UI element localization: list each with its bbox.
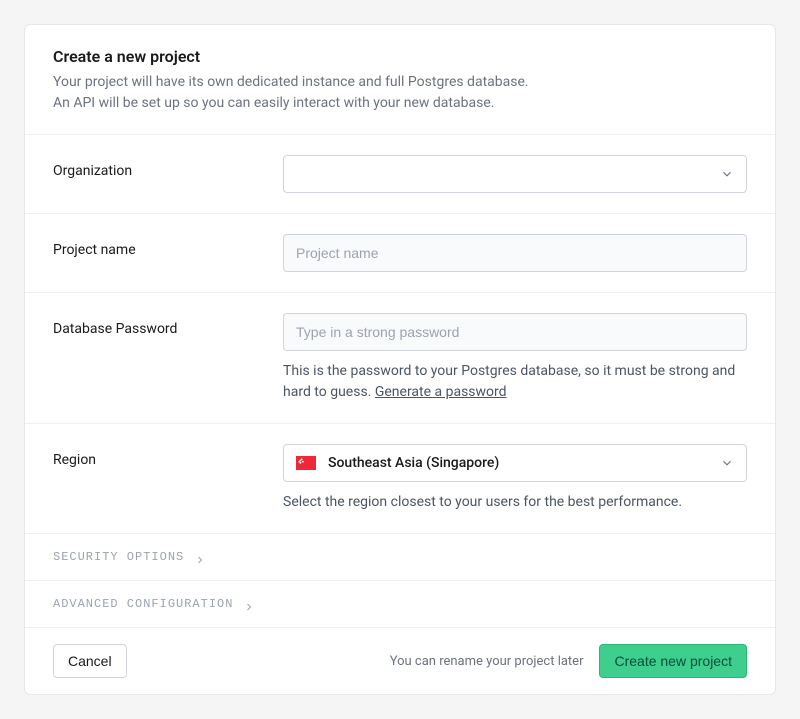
card-header: Create a new project Your project will h…: [25, 25, 775, 135]
organization-row: Organization: [25, 135, 775, 214]
chevron-right-icon: [194, 551, 206, 563]
region-value: Southeast Asia (Singapore): [328, 455, 720, 471]
organization-label: Organization: [53, 155, 283, 179]
page-title: Create a new project: [53, 47, 747, 66]
chevron-right-icon: [243, 598, 255, 610]
generate-password-link[interactable]: Generate a password: [375, 384, 507, 400]
cancel-button[interactable]: Cancel: [53, 644, 127, 678]
security-options-toggle[interactable]: SECURITY OPTIONS: [25, 534, 775, 581]
project-name-label: Project name: [53, 234, 283, 258]
project-name-input[interactable]: [283, 234, 747, 272]
chevron-down-icon: [720, 167, 734, 181]
singapore-flag-icon: [296, 456, 316, 470]
create-project-button[interactable]: Create new project: [599, 644, 747, 678]
password-helper-text: This is the password to your Postgres da…: [283, 363, 735, 400]
advanced-configuration-toggle[interactable]: ADVANCED CONFIGURATION: [25, 581, 775, 628]
footer-hint: You can rename your project later: [390, 654, 584, 669]
chevron-down-icon: [720, 456, 734, 470]
desc-line-1: Your project will have its own dedicated…: [53, 74, 529, 90]
security-options-label: SECURITY OPTIONS: [53, 550, 184, 564]
database-password-row: Database Password This is the password t…: [25, 293, 775, 424]
database-password-helper: This is the password to your Postgres da…: [283, 361, 747, 403]
database-password-label: Database Password: [53, 313, 283, 337]
page-description: Your project will have its own dedicated…: [53, 72, 747, 114]
database-password-input[interactable]: [283, 313, 747, 351]
card-footer: Cancel You can rename your project later…: [25, 628, 775, 694]
region-select[interactable]: Southeast Asia (Singapore): [283, 444, 747, 482]
project-name-row: Project name: [25, 214, 775, 293]
create-project-card: Create a new project Your project will h…: [24, 24, 776, 695]
region-label: Region: [53, 444, 283, 468]
region-helper: Select the region closest to your users …: [283, 492, 747, 513]
organization-select[interactable]: [283, 155, 747, 193]
region-row: Region Southeast Asia (Singapore) Select…: [25, 424, 775, 534]
desc-line-2: An API will be set up so you can easily …: [53, 95, 494, 111]
advanced-configuration-label: ADVANCED CONFIGURATION: [53, 597, 233, 611]
